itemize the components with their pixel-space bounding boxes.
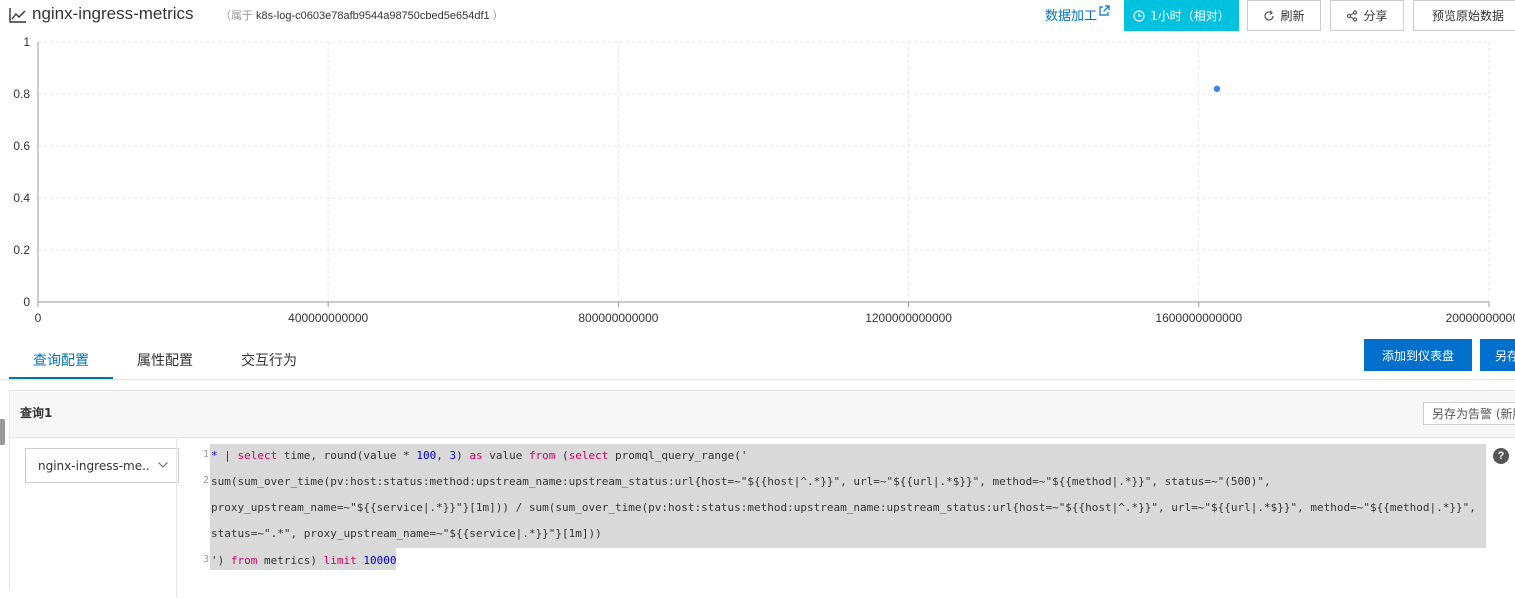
y-tick-label: 0 <box>23 295 30 309</box>
code-line-1: * | select time, round(value * 100, 3) a… <box>211 449 748 462</box>
y-tick-label: 0.2 <box>13 243 30 257</box>
save-as-button[interactable]: 另存 <box>1480 339 1515 371</box>
code-line-2c: status=~".*", proxy_upstream_name=~"${{s… <box>211 527 602 540</box>
help-icon[interactable]: ? <box>1493 448 1509 464</box>
tab-query-config[interactable]: 查询配置 <box>33 350 89 370</box>
refresh-icon <box>1264 10 1275 21</box>
logstore-select[interactable]: nginx-ingress-me... <box>25 448 179 483</box>
code-line-2a: sum(sum_over_time(pv:host:status:method:… <box>211 475 1271 488</box>
y-tick-label: 0.6 <box>13 139 30 153</box>
external-link-icon <box>1099 5 1110 16</box>
line-number: 1 <box>202 449 209 460</box>
share-icon <box>1347 9 1358 22</box>
chevron-down-icon <box>158 462 168 468</box>
active-tab-indicator <box>9 377 113 379</box>
query-body: nginx-ingress-me... 1 2 3 * | select tim… <box>10 437 1515 598</box>
time-range-button[interactable]: 1小时（相对） <box>1124 0 1239 31</box>
line-chart-icon <box>9 8 26 23</box>
code-line-2b: proxy_upstream_name=~"${{service|.*}}"}[… <box>211 501 1476 514</box>
side-collapse-handle[interactable] <box>0 419 5 445</box>
query-editor[interactable]: 1 2 3 * | select time, round(value * 100… <box>187 444 1487 574</box>
scatter-chart: 0 0.2 0.4 0.6 0.8 1 0 400000000000 800000000000 1… <box>13 35 1515 325</box>
tab-interaction[interactable]: 交互行为 <box>241 350 297 370</box>
x-tick-label: 2000000000000 <box>1446 311 1515 325</box>
query-panel: 查询1 另存为告警 (新版 nginx-ingress-me... 1 2 3 … <box>9 390 1515 598</box>
save-as-alert-button[interactable]: 另存为告警 (新版 <box>1423 402 1515 425</box>
refresh-button[interactable]: 刷新 <box>1247 0 1321 31</box>
x-tick-label: 800000000000 <box>578 311 658 325</box>
x-tick-label: 1600000000000 <box>1155 311 1242 325</box>
line-number: 3 <box>202 554 209 565</box>
query-title: 查询1 <box>20 406 53 420</box>
preview-raw-data-button[interactable]: 预览原始数据 <box>1413 0 1515 31</box>
logstore-select-value: nginx-ingress-me... <box>38 458 150 473</box>
y-tick-label: 0.4 <box>13 191 30 205</box>
line-number: 2 <box>202 475 209 486</box>
editor-divider <box>176 438 177 598</box>
data-point <box>1213 85 1221 92</box>
code-line-3: ') from metrics) limit 10000 <box>211 554 397 567</box>
data-processing-link[interactable]: 数据加工 <box>1045 5 1110 24</box>
chart-title: nginx-ingress-metrics <box>32 4 194 23</box>
clock-icon <box>1133 9 1145 22</box>
tab-property-config[interactable]: 属性配置 <box>137 350 193 370</box>
x-tick-label: 0 <box>35 311 42 325</box>
logstore-belong: （属于 k8s-log-c0603e78afb9544a98750cbed5e65… <box>220 10 504 22</box>
header: nginx-ingress-metrics （属于 k8s-log-c0603e7… <box>0 0 1515 34</box>
config-tabs: 查询配置 属性配置 交互行为 <box>0 338 1515 380</box>
share-button[interactable]: 分享 <box>1330 0 1404 31</box>
x-tick-label: 1200000000000 <box>865 311 952 325</box>
add-to-dashboard-button[interactable]: 添加到仪表盘 <box>1364 339 1472 371</box>
y-tick-label: 0.8 <box>13 87 30 101</box>
x-tick-label: 400000000000 <box>288 311 368 325</box>
logstore-id: k8s-log-c0603e78afb9544a98750cbed5e654df… <box>256 10 490 22</box>
y-tick-label: 1 <box>23 35 30 49</box>
